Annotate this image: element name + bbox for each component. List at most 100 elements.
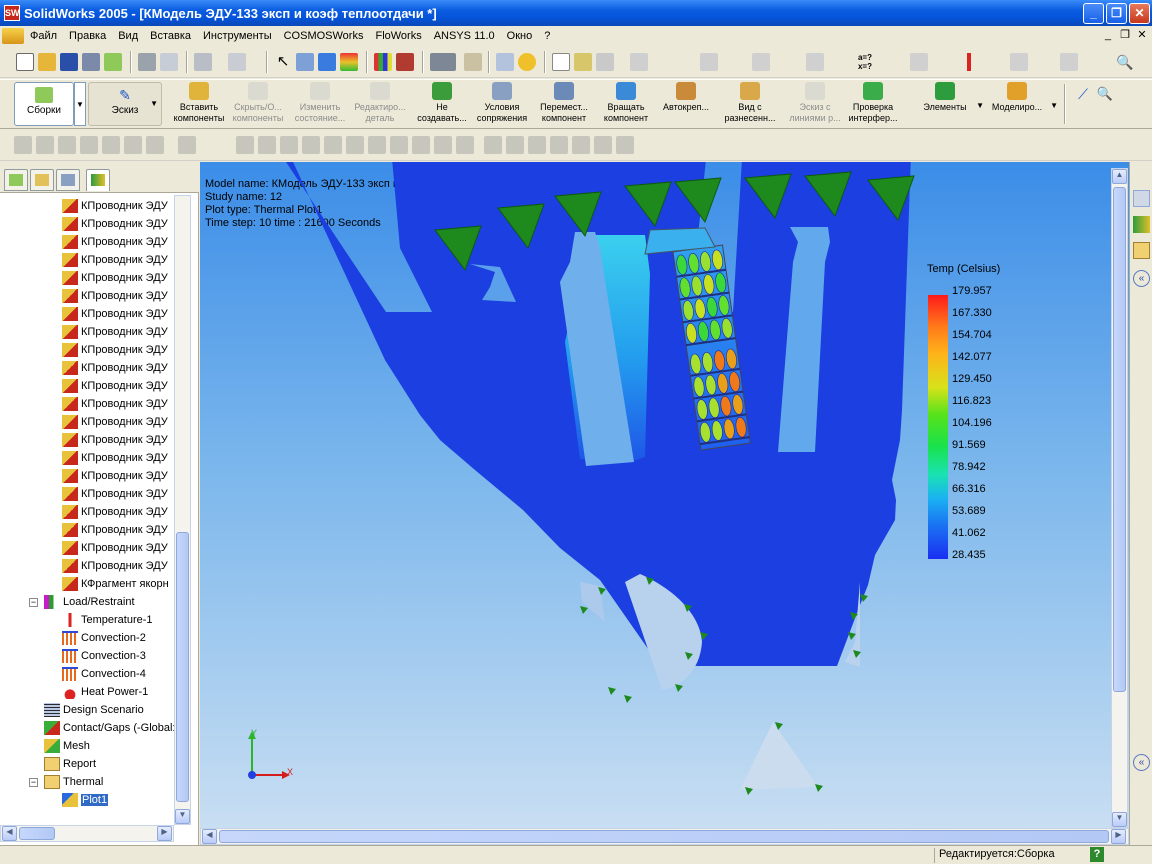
tree-vertical-scrollbar[interactable]: ▼ [174,195,191,825]
feature-tool-icon-23[interactable] [572,136,590,154]
feature-tool-icon-2[interactable] [58,136,76,154]
toolbox-icon[interactable] [396,53,414,71]
feature-icon[interactable] [910,53,928,71]
tree-item-4[interactable]: Convection-3 [62,647,146,665]
cmd-button-5[interactable]: Условия сопряжения [472,82,532,124]
viewport-hscroll-thumb[interactable] [219,830,1109,843]
viewport-scroll-thumb[interactable] [1113,187,1126,692]
feature-tool-icon-7[interactable] [178,136,196,154]
viewport-scroll-right-arrow[interactable]: ▶ [1111,829,1126,844]
dimension-icon[interactable] [596,53,614,71]
collapse-top-icon[interactable]: « [1133,270,1150,287]
save-icon[interactable] [60,53,78,71]
tree-expander[interactable]: − [29,598,38,607]
viewport-vertical-scrollbar[interactable]: ▲ ▼ [1111,168,1128,828]
cmd-button-10[interactable]: Эскиз с линиями р... [786,82,844,124]
tree-item-10[interactable]: Report [44,755,96,773]
status-help-icon[interactable]: ? [1090,847,1104,862]
tree-item-12[interactable]: Plot1 [62,791,109,809]
tree-item-7[interactable]: Design Scenario [44,701,144,719]
tree-item-8[interactable]: Contact/Gaps (-Global: [44,719,174,737]
feature-tool-icon-20[interactable] [506,136,524,154]
menu-item-8[interactable]: Окно [501,30,539,42]
list-icon[interactable] [496,53,514,71]
cmd-button-3[interactable]: Редактиро... деталь [350,82,410,124]
cmd-button-4[interactable]: Не создавать... [412,82,472,124]
feature-tool-icon-19[interactable] [484,136,502,154]
tree-item-conductor[interactable]: КПроводник ЭДУ [62,359,168,377]
menu-item-4[interactable]: Инструменты [197,30,278,42]
open-icon[interactable] [38,53,56,71]
equations-icon[interactable]: a=? x=? [856,53,874,71]
cmd-button-11[interactable]: Проверка интерфер... [840,82,906,124]
flag-icon[interactable] [700,53,718,71]
tree-item-conductor[interactable]: КПроводник ЭДУ [62,341,168,359]
tree-item-conductor[interactable]: КПроводник ЭДУ [62,485,168,503]
menu-item-7[interactable]: ANSYS 11.0 [428,30,501,42]
feature-tool-icon-25[interactable] [616,136,634,154]
feature-tool-icon-11[interactable] [302,136,320,154]
zoom-fit-icon[interactable] [464,53,482,71]
graphics-viewport[interactable]: Model name: КМодель ЭДУ-133 эксп и коэф … [200,162,1129,828]
drawing-icon[interactable] [752,53,770,71]
cmd-button-2[interactable]: Изменить состояние... [290,82,350,124]
select-tool-icon[interactable] [296,53,314,71]
tree-item-6[interactable]: Heat Power-1 [62,683,148,701]
mate-icon[interactable] [1010,53,1028,71]
tree-hscroll-thumb[interactable] [19,827,55,840]
sketch-tab[interactable]: ✎ Эскиз ▼ [88,82,162,126]
tree-item-conductor[interactable]: КПроводник ЭДУ [62,215,168,233]
cmd-button-7[interactable]: Вращать компонент [596,82,656,124]
mdi-restore-icon[interactable]: ❐ [1117,28,1133,42]
property-manager-tab[interactable] [30,169,54,191]
folder-pane-icon[interactable] [1133,242,1150,259]
cmd-button-9[interactable]: Вид с разнесенн... [718,82,782,124]
note-icon[interactable] [552,53,570,71]
feature-tool-icon-1[interactable] [36,136,54,154]
cmd-button-0[interactable]: Вставить компоненты [168,82,230,124]
cmd-button-1[interactable]: Скрыть/О... компоненты [228,82,288,124]
zoom-icon[interactable]: 🔍 [1116,53,1134,71]
maximize-button[interactable]: ❐ [1106,3,1127,24]
undo-icon[interactable] [194,53,212,71]
cmd-button-6[interactable]: Перемест... компонент [532,82,596,124]
tree-item-conductor[interactable]: КПроводник ЭДУ [62,539,168,557]
solidworks-app-icon[interactable]: SW [4,5,20,21]
redo-icon[interactable] [228,53,246,71]
configuration-manager-tab[interactable] [56,169,80,191]
smart-dimension-icon[interactable]: ⟋ [1074,86,1092,104]
ruler-icon[interactable] [806,53,824,71]
tree-item-conductor[interactable]: КПроводник ЭДУ [62,305,168,323]
viewport-scroll-down-arrow[interactable]: ▼ [1112,812,1127,827]
document-icon[interactable] [2,28,24,44]
feature-tool-icon-8[interactable] [236,136,254,154]
home-icon[interactable] [1133,190,1150,207]
view-orientation-icon[interactable] [430,53,456,71]
feature-tool-icon-5[interactable] [124,136,142,154]
cmd-button-13[interactable]: Моделиро... ▼ [982,82,1058,113]
tree-item-conductor[interactable]: КПроводник ЭДУ [62,377,168,395]
tree-item-conductor[interactable]: КПроводник ЭДУ [62,557,168,575]
tree-scroll-right-arrow[interactable]: ▶ [157,826,172,841]
tree-expander[interactable]: − [29,778,38,787]
thermometer-toolbar-icon[interactable] [960,53,978,71]
viewport-scroll-up-arrow[interactable]: ▲ [1112,169,1127,184]
mdi-close-icon[interactable]: ✕ [1134,28,1150,42]
assemblies-tab[interactable]: Сборки [14,82,74,126]
tree-scroll-thumb[interactable] [176,532,189,802]
print-icon[interactable] [138,53,156,71]
tree-item-conductor[interactable]: КПроводник ЭДУ [62,395,168,413]
tree-item-conductor[interactable]: КПроводник ЭДУ [62,521,168,539]
feature-tool-icon-13[interactable] [346,136,364,154]
tree-item-5[interactable]: Convection-4 [62,665,146,683]
feature-tool-icon-9[interactable] [258,136,276,154]
menu-item-0[interactable]: Файл [24,30,63,42]
sketch-icon[interactable] [318,53,336,71]
assembly-icon[interactable] [104,53,122,71]
tree-horizontal-scrollbar[interactable]: ◀ ▶ [0,825,174,842]
tree-item-conductor[interactable]: КПроводник ЭДУ [62,197,168,215]
new-icon[interactable] [16,53,34,71]
options-icon[interactable] [374,53,392,71]
tree-item-1[interactable]: Load/Restraint [44,593,135,611]
feature-tool-icon-12[interactable] [324,136,342,154]
